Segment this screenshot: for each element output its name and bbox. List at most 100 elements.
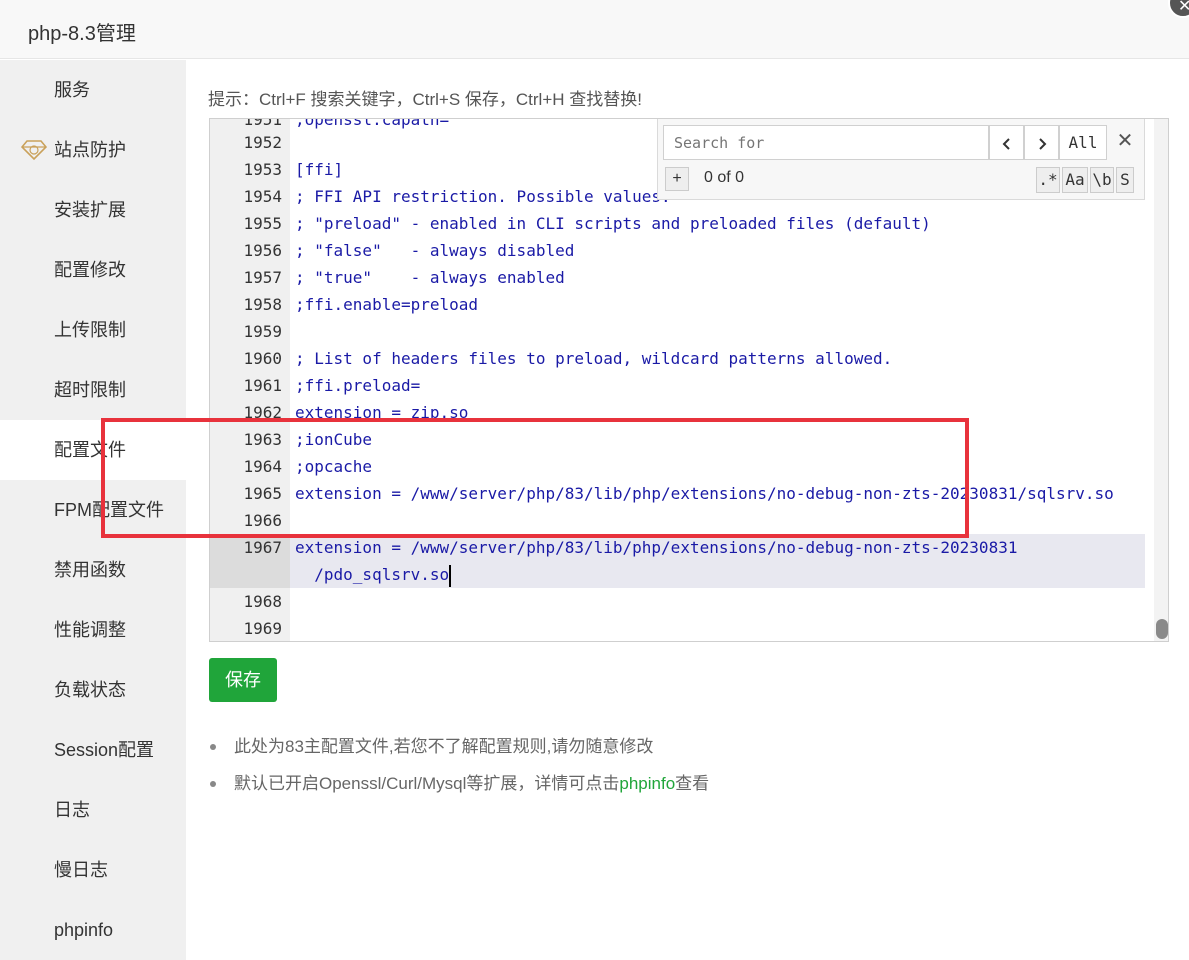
in-selection-toggle[interactable]: S	[1116, 167, 1134, 193]
search-input[interactable]	[663, 125, 989, 160]
save-button[interactable]: 保存	[209, 658, 277, 702]
code-line: 1969	[210, 615, 1154, 641]
sidebar-item-label: 站点防护	[54, 140, 126, 160]
line-text: ;ffi.preload=	[295, 376, 421, 395]
sidebar-item-label: FPM配置文件	[54, 500, 164, 520]
line-number: 1965	[243, 484, 282, 503]
code-line-active: 1967 extension = /www/server/php/83/lib/p…	[210, 534, 1154, 561]
sidebar-item-label: 禁用函数	[54, 560, 126, 580]
sidebar-item-label: 慢日志	[54, 860, 108, 880]
code-line: 1962 extension = zip.so	[210, 399, 1154, 426]
gem-icon	[21, 140, 47, 161]
code-line: 1966	[210, 507, 1154, 534]
code-line: 1965 extension = /www/server/php/83/lib/p…	[210, 480, 1154, 507]
sidebar-item-config-file[interactable]: 配置文件	[0, 420, 186, 480]
line-text: [ffi]	[295, 160, 344, 179]
sidebar-item-label: 性能调整	[54, 620, 126, 640]
sidebar-item-label: 服务	[54, 80, 90, 100]
line-text: ; "true" - always enabled	[295, 268, 565, 287]
whole-word-toggle[interactable]: \b	[1090, 167, 1114, 193]
line-number: 1968	[243, 592, 282, 611]
title-bar: php-8.3管理	[0, 0, 1189, 59]
note-text: 默认已开启Openssl/Curl/Mysql等扩展，详情可点击	[234, 774, 620, 793]
sidebar-item-upload-limit[interactable]: 上传限制	[0, 300, 186, 360]
sidebar-item-install-ext[interactable]: 安装扩展	[0, 180, 186, 240]
line-text: ; List of headers files to preload, wild…	[295, 349, 893, 368]
window-title: php-8.3管理	[28, 23, 136, 45]
sidebar-item-label: 配置文件	[54, 440, 126, 460]
code-line-active-wrap: /pdo_sqlsrv.so	[210, 561, 1154, 588]
prev-match-button[interactable]	[989, 125, 1024, 160]
line-text: extension = /www/server/php/83/lib/php/e…	[295, 484, 1114, 503]
sidebar-item-label: 安装扩展	[54, 200, 126, 220]
code-editor[interactable]: 1951 ;openssl.capath= 1952 1953 [ffi] 1954…	[209, 118, 1169, 642]
line-text-content: /pdo_sqlsrv.so	[295, 565, 450, 584]
line-number: 1960	[243, 349, 282, 368]
next-match-button[interactable]	[1024, 125, 1059, 160]
sidebar-item-timeout-limit[interactable]: 超时限制	[0, 360, 186, 420]
line-number: 1966	[243, 511, 282, 530]
chevron-right-icon	[1038, 137, 1046, 150]
list-item: 默认已开启Openssl/Curl/Mysql等扩展，详情可点击phpinfo查…	[208, 765, 709, 802]
line-text: ; "preload" - enabled in CLI scripts and…	[295, 214, 931, 233]
phpinfo-link[interactable]: phpinfo	[619, 774, 675, 793]
active-gutter-bg	[210, 561, 290, 588]
line-number: 1952	[243, 133, 282, 152]
line-number: 1969	[243, 619, 282, 638]
line-text: ;ffi.enable=preload	[295, 295, 479, 314]
line-number: 1957	[243, 268, 282, 287]
sidebar-item-label: Session配置	[54, 740, 155, 760]
code-line: 1961 ;ffi.preload=	[210, 372, 1154, 399]
code-line: 1963 ;ionCube	[210, 426, 1154, 453]
line-number: 1959	[243, 322, 282, 341]
sidebar-item-phpinfo[interactable]: phpinfo	[0, 900, 186, 960]
case-sensitive-toggle[interactable]: Aa	[1062, 167, 1088, 193]
code-line: 1958 ;ffi.enable=preload	[210, 291, 1154, 318]
chevron-left-icon	[1002, 137, 1010, 150]
toggle-replace-button[interactable]: +	[665, 167, 689, 191]
list-item: 此处为83主配置文件,若您不了解配置规则,请勿随意修改	[208, 728, 709, 765]
sidebar-item-site-protection[interactable]: 站点防护	[0, 120, 186, 180]
line-number: 1958	[243, 295, 282, 314]
sidebar-item-label: 超时限制	[54, 380, 126, 400]
sidebar-item-performance[interactable]: 性能调整	[0, 600, 186, 660]
code-line: 1956 ; "false" - always disabled	[210, 237, 1154, 264]
line-text: extension = /www/server/php/83/lib/php/e…	[295, 538, 1018, 557]
search-close-icon[interactable]: ✕	[1111, 127, 1139, 155]
line-number: 1955	[243, 214, 282, 233]
code-line: 1959	[210, 318, 1154, 345]
editor-scrollbar[interactable]	[1154, 119, 1168, 641]
line-number: 1954	[243, 187, 282, 206]
code-line: 1955 ; "preload" - enabled in CLI scripts…	[210, 210, 1154, 237]
scroll-thumb[interactable]	[1156, 619, 1168, 639]
sidebar-item-label: 日志	[54, 800, 90, 820]
sidebar-item-service[interactable]: 服务	[0, 60, 186, 120]
note-text: 此处为83主配置文件,若您不了解配置规则,请勿随意修改	[234, 737, 654, 756]
line-number: 1961	[243, 376, 282, 395]
line-text: ;opcache	[295, 457, 373, 476]
sidebar-item-label: 配置修改	[54, 260, 126, 280]
code-line: 1964 ;opcache	[210, 453, 1154, 480]
sidebar-item-label: 上传限制	[54, 320, 126, 340]
line-number: 1953	[243, 160, 282, 179]
sidebar-item-config-modify[interactable]: 配置修改	[0, 240, 186, 300]
code-line: 1968	[210, 588, 1154, 615]
line-number: 1967	[243, 538, 282, 557]
sidebar-item-session[interactable]: Session配置	[0, 720, 186, 780]
find-all-button[interactable]: All	[1059, 125, 1107, 160]
line-number: 1962	[243, 403, 282, 422]
sidebar-item-fpm-config[interactable]: FPM配置文件	[0, 480, 186, 540]
sidebar: 服务 站点防护 安装扩展 配置修改 上传限制 超时限制 配置文件 FPM配置文件…	[0, 60, 186, 960]
sidebar-item-disabled-functions[interactable]: 禁用函数	[0, 540, 186, 600]
line-text: /pdo_sqlsrv.so	[295, 561, 452, 588]
sidebar-item-slow-log[interactable]: 慢日志	[0, 840, 186, 900]
sidebar-item-label: phpinfo	[54, 920, 114, 940]
line-text: ;ionCube	[295, 430, 373, 449]
sidebar-item-log[interactable]: 日志	[0, 780, 186, 840]
sidebar-item-load-status[interactable]: 负载状态	[0, 660, 186, 720]
regex-toggle[interactable]: .*	[1036, 167, 1060, 193]
text-cursor	[449, 564, 452, 587]
hint-text: 提示：Ctrl+F 搜索关键字，Ctrl+S 保存，Ctrl+H 查找替换!	[208, 90, 642, 109]
search-panel: All ✕ + 0 of 0 .* Aa \b S	[657, 119, 1145, 200]
line-text: ; "false" - always disabled	[295, 241, 575, 260]
